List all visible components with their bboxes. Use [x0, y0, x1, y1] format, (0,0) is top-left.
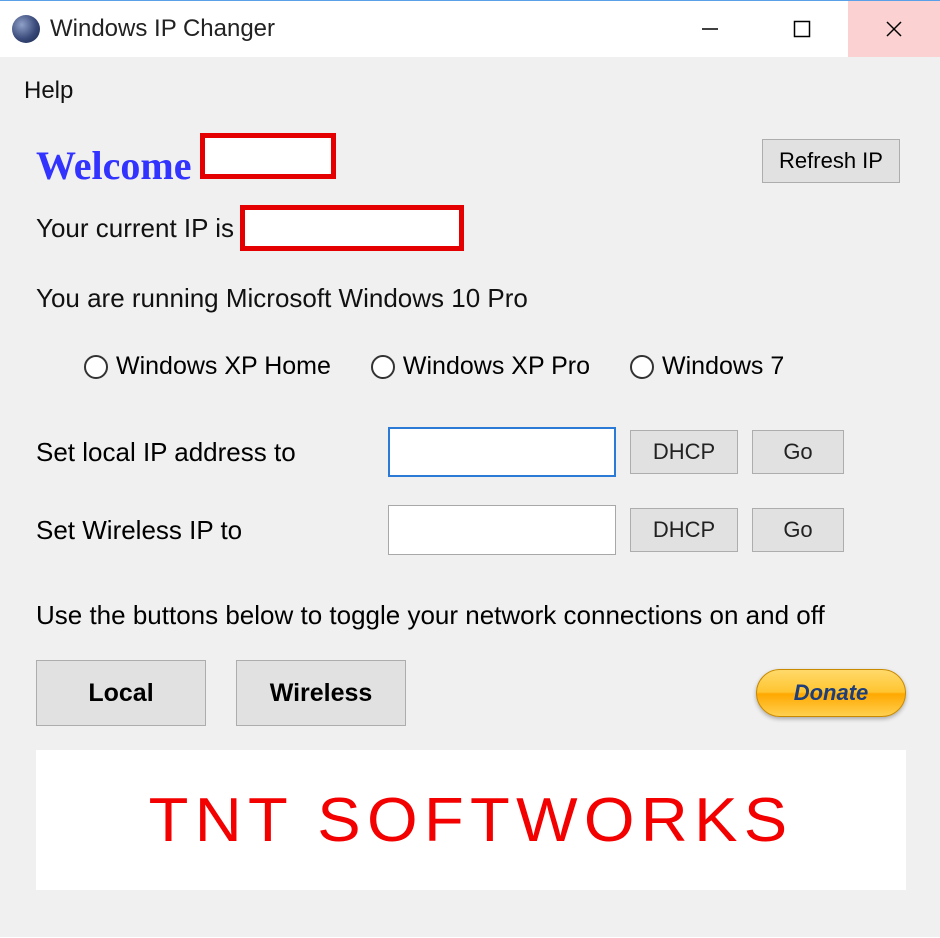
local-ip-input[interactable]: [388, 427, 616, 477]
titlebar: Windows IP Changer: [0, 1, 940, 57]
local-ip-row: Set local IP address to DHCP Go: [36, 427, 906, 477]
brand-banner: TNT SOFTWORKS: [36, 750, 906, 890]
radio-xp-pro[interactable]: Windows XP Pro: [371, 352, 590, 381]
radio-label: Windows XP Home: [116, 352, 331, 381]
toggle-instructions: Use the buttons below to toggle your net…: [36, 599, 906, 632]
close-button[interactable]: [848, 1, 940, 57]
welcome-line: Welcome: [36, 133, 336, 189]
radio-xp-home[interactable]: Windows XP Home: [84, 352, 331, 381]
radio-label: Windows XP Pro: [403, 352, 590, 381]
app-icon: [12, 15, 40, 43]
content: Welcome Refresh IP Your current IP is Yo…: [18, 123, 922, 890]
menu-help[interactable]: Help: [24, 77, 73, 104]
wireless-dhcp-button[interactable]: DHCP: [630, 508, 738, 552]
local-go-button[interactable]: Go: [752, 430, 844, 474]
toggle-wireless-button[interactable]: Wireless: [236, 660, 406, 726]
app-window: Windows IP Changer Help Welcome Refresh …: [0, 0, 940, 937]
toggle-local-button[interactable]: Local: [36, 660, 206, 726]
redacted-username: [200, 133, 336, 179]
minimize-button[interactable]: [664, 1, 756, 57]
menu-bar: Help: [18, 63, 922, 123]
radio-icon: [84, 355, 108, 379]
current-ip-line: Your current IP is: [36, 205, 906, 251]
refresh-ip-button[interactable]: Refresh IP: [762, 139, 900, 183]
brand-text: TNT SOFTWORKS: [149, 785, 794, 856]
donate-button[interactable]: Donate: [756, 669, 906, 717]
radio-label: Windows 7: [662, 352, 784, 381]
client-area: Help Welcome Refresh IP Your current IP …: [0, 57, 940, 937]
wireless-go-button[interactable]: Go: [752, 508, 844, 552]
current-ip-prefix: Your current IP is: [36, 213, 234, 244]
welcome-label: Welcome: [36, 142, 192, 189]
wireless-ip-input[interactable]: [388, 505, 616, 555]
local-ip-label: Set local IP address to: [36, 437, 374, 468]
wireless-ip-label: Set Wireless IP to: [36, 515, 374, 546]
window-title: Windows IP Changer: [50, 15, 664, 43]
local-dhcp-button[interactable]: DHCP: [630, 430, 738, 474]
os-line: You are running Microsoft Windows 10 Pro: [36, 283, 906, 314]
radio-icon: [630, 355, 654, 379]
redacted-ip: [240, 205, 464, 251]
os-radio-group: Windows XP Home Windows XP Pro Windows 7: [36, 352, 906, 381]
wireless-ip-row: Set Wireless IP to DHCP Go: [36, 505, 906, 555]
radio-win7[interactable]: Windows 7: [630, 352, 784, 381]
toggle-row: Local Wireless Donate: [36, 660, 906, 726]
welcome-row: Welcome Refresh IP: [36, 133, 906, 189]
radio-icon: [371, 355, 395, 379]
maximize-button[interactable]: [756, 1, 848, 57]
